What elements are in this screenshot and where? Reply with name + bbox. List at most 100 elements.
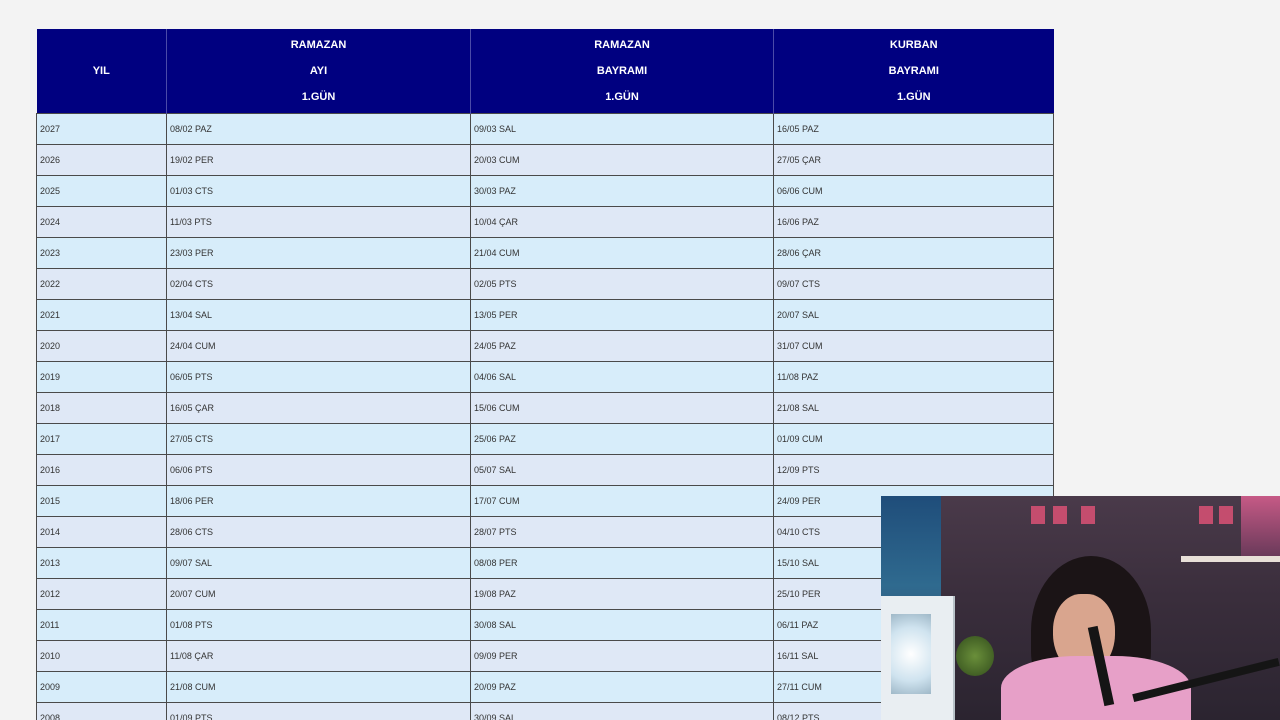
- cell-kurban-bayrami: 16/05 PAZ: [773, 113, 1054, 145]
- cell-year: 2019: [36, 361, 167, 393]
- table-row: 2026 19/02 PER 20/03 CUM 27/05 ÇAR: [36, 144, 1054, 176]
- cell-year: 2016: [36, 454, 167, 486]
- cell-ramazan-start: 11/08 ÇAR: [166, 640, 471, 672]
- cell-ramazan-start: 18/06 PER: [166, 485, 471, 517]
- cell-year: 2024: [36, 206, 167, 238]
- cell-ramazan-start: 28/06 CTS: [166, 516, 471, 548]
- table-row: 2021 13/04 SAL 13/05 PER 20/07 SAL: [36, 299, 1054, 331]
- cell-ramazan-bayrami: 19/08 PAZ: [470, 578, 774, 610]
- cell-year: 2011: [36, 609, 167, 641]
- header-ramazan-bayrami: RAMAZAN BAYRAMI 1.GÜN: [470, 29, 774, 114]
- cell-ramazan-bayrami: 08/08 PER: [470, 547, 774, 579]
- cell-ramazan-start: 09/07 SAL: [166, 547, 471, 579]
- cell-ramazan-start: 11/03 PTS: [166, 206, 471, 238]
- cell-ramazan-bayrami: 30/03 PAZ: [470, 175, 774, 207]
- header-year-label: YIL: [92, 65, 110, 77]
- cell-year: 2013: [36, 547, 167, 579]
- cell-year: 2022: [36, 268, 167, 300]
- cell-ramazan-start: 27/05 CTS: [166, 423, 471, 455]
- cell-year: 2027: [36, 113, 167, 145]
- cell-ramazan-start: 21/08 CUM: [166, 671, 471, 703]
- cell-year: 2018: [36, 392, 167, 424]
- header-line: 1.GÜN: [605, 91, 639, 103]
- table-row: 2016 06/06 PTS 05/07 SAL 12/09 PTS: [36, 454, 1054, 486]
- cell-year: 2008: [36, 702, 167, 720]
- cell-kurban-bayrami: 06/06 CUM: [773, 175, 1054, 207]
- cell-ramazan-bayrami: 02/05 PTS: [470, 268, 774, 300]
- table-row: 2020 24/04 CUM 24/05 PAZ 31/07 CUM: [36, 330, 1054, 362]
- header-line: AYI: [309, 65, 328, 77]
- header-line: 1.GÜN: [896, 91, 931, 103]
- cell-ramazan-start: 01/08 PTS: [166, 609, 471, 641]
- header-line: BAYRAMI: [596, 65, 648, 77]
- cell-year: 2010: [36, 640, 167, 672]
- cell-kurban-bayrami: 09/07 CTS: [773, 268, 1054, 300]
- table-row: 2022 02/04 CTS 02/05 PTS 09/07 CTS: [36, 268, 1054, 300]
- table-row: 2018 16/05 ÇAR 15/06 CUM 21/08 SAL: [36, 392, 1054, 424]
- cell-ramazan-bayrami: 05/07 SAL: [470, 454, 774, 486]
- table-row: 2027 08/02 PAZ 09/03 SAL 16/05 PAZ: [36, 113, 1054, 145]
- cell-kurban-bayrami: 12/09 PTS: [773, 454, 1054, 486]
- cell-ramazan-start: 24/04 CUM: [166, 330, 471, 362]
- cell-year: 2012: [36, 578, 167, 610]
- wall-poster: [1081, 506, 1095, 524]
- cell-ramazan-bayrami: 17/07 CUM: [470, 485, 774, 517]
- wall-poster: [1199, 506, 1213, 524]
- cell-ramazan-bayrami: 30/09 SAL: [470, 702, 774, 720]
- cell-kurban-bayrami: 21/08 SAL: [773, 392, 1054, 424]
- table-row: 2019 06/05 PTS 04/06 SAL 11/08 PAZ: [36, 361, 1054, 393]
- cell-ramazan-start: 20/07 CUM: [166, 578, 471, 610]
- cell-year: 2009: [36, 671, 167, 703]
- cell-ramazan-start: 19/02 PER: [166, 144, 471, 176]
- plant: [956, 636, 994, 676]
- header-kurban-bayrami: KURBAN BAYRAMI 1.GÜN: [773, 29, 1054, 114]
- cell-ramazan-start: 23/03 PER: [166, 237, 471, 269]
- cell-ramazan-bayrami: 15/06 CUM: [470, 392, 774, 424]
- cell-year: 2026: [36, 144, 167, 176]
- table-row: 2025 01/03 CTS 30/03 PAZ 06/06 CUM: [36, 175, 1054, 207]
- cell-ramazan-start: 13/04 SAL: [166, 299, 471, 331]
- header-line: 1.GÜN: [301, 91, 336, 103]
- pink-lamp: [1241, 496, 1280, 556]
- cell-kurban-bayrami: 16/06 PAZ: [773, 206, 1054, 238]
- cell-ramazan-start: 06/05 PTS: [166, 361, 471, 393]
- header-row: YIL RAMAZAN AYI 1.GÜN RAMAZAN BAYRAMI 1.…: [36, 29, 1054, 114]
- cell-ramazan-bayrami: 13/05 PER: [470, 299, 774, 331]
- header-year: YIL: [36, 29, 167, 114]
- table-row: 2024 11/03 PTS 10/04 ÇAR 16/06 PAZ: [36, 206, 1054, 238]
- cell-year: 2023: [36, 237, 167, 269]
- cell-ramazan-bayrami: 24/05 PAZ: [470, 330, 774, 362]
- cell-kurban-bayrami: 31/07 CUM: [773, 330, 1054, 362]
- cell-kurban-bayrami: 28/06 ÇAR: [773, 237, 1054, 269]
- header-ramazan-ayi: RAMAZAN AYI 1.GÜN: [166, 29, 471, 114]
- wall-poster: [1053, 506, 1067, 524]
- webcam-overlay: [881, 496, 1280, 720]
- header-line: BAYRAMI: [888, 65, 939, 77]
- header-line: RAMAZAN: [594, 39, 650, 51]
- cell-year: 2021: [36, 299, 167, 331]
- cell-ramazan-bayrami: 04/06 SAL: [470, 361, 774, 393]
- cell-kurban-bayrami: 01/09 CUM: [773, 423, 1054, 455]
- wall-poster: [1031, 506, 1045, 524]
- pc-case: [881, 596, 955, 720]
- cell-ramazan-bayrami: 28/07 PTS: [470, 516, 774, 548]
- cell-ramazan-bayrami: 21/04 CUM: [470, 237, 774, 269]
- cell-ramazan-bayrami: 09/09 PER: [470, 640, 774, 672]
- table-row: 2017 27/05 CTS 25/06 PAZ 01/09 CUM: [36, 423, 1054, 455]
- table-header: YIL RAMAZAN AYI 1.GÜN RAMAZAN BAYRAMI 1.…: [36, 29, 1054, 114]
- cell-year: 2015: [36, 485, 167, 517]
- table-row: 2023 23/03 PER 21/04 CUM 28/06 ÇAR: [36, 237, 1054, 269]
- cell-kurban-bayrami: 27/05 ÇAR: [773, 144, 1054, 176]
- cell-year: 2014: [36, 516, 167, 548]
- cell-year: 2025: [36, 175, 167, 207]
- cell-ramazan-bayrami: 20/09 PAZ: [470, 671, 774, 703]
- cell-ramazan-bayrami: 20/03 CUM: [470, 144, 774, 176]
- header-line: RAMAZAN: [290, 39, 347, 51]
- cell-ramazan-bayrami: 09/03 SAL: [470, 113, 774, 145]
- cell-ramazan-start: 01/03 CTS: [166, 175, 471, 207]
- cell-ramazan-start: 08/02 PAZ: [166, 113, 471, 145]
- cell-kurban-bayrami: 11/08 PAZ: [773, 361, 1054, 393]
- cell-ramazan-bayrami: 10/04 ÇAR: [470, 206, 774, 238]
- cell-kurban-bayrami: 20/07 SAL: [773, 299, 1054, 331]
- cell-ramazan-start: 01/09 PTS: [166, 702, 471, 720]
